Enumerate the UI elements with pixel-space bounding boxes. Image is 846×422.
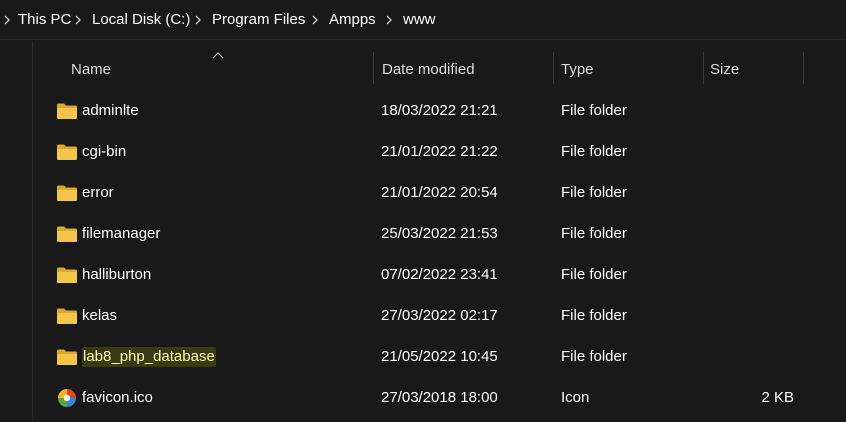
file-type: File folder — [561, 143, 627, 160]
file-name: halliburton — [82, 266, 152, 283]
file-type: Icon — [561, 389, 590, 406]
file-name: cgi-bin — [82, 143, 127, 160]
file-date: 21/01/2022 20:54 — [381, 184, 498, 201]
column-divider[interactable] — [703, 52, 704, 84]
file-type: File folder — [561, 348, 627, 365]
chevron-right-icon[interactable] — [2, 11, 12, 29]
breadcrumb-item-program-files[interactable]: Program Files — [212, 10, 305, 30]
column-divider[interactable] — [553, 52, 554, 84]
file-name: favicon.ico — [82, 389, 153, 406]
file-type: File folder — [561, 307, 627, 324]
chevron-right-icon[interactable] — [193, 11, 203, 29]
list-item[interactable]: filemanager 25/03/2022 21:53 File folder — [42, 214, 832, 254]
file-date: 21/01/2022 21:22 — [381, 143, 498, 160]
folder-icon — [57, 308, 77, 324]
breadcrumb-item-local-disk[interactable]: Local Disk (C:) — [92, 10, 190, 30]
breadcrumb: This PC Local Disk (C:) Program Files Am… — [0, 0, 846, 40]
file-type: File folder — [561, 102, 627, 119]
file-date: 07/02/2022 23:41 — [381, 266, 498, 283]
file-name: filemanager — [82, 225, 161, 242]
folder-icon — [57, 267, 77, 283]
file-date: 27/03/2018 18:00 — [381, 389, 498, 406]
column-header-date-modified[interactable]: Date modified — [382, 60, 475, 80]
navigation-pane-divider[interactable] — [32, 41, 33, 422]
column-divider[interactable] — [803, 52, 804, 84]
file-date: 21/05/2022 10:45 — [381, 348, 498, 365]
folder-icon — [57, 103, 77, 119]
breadcrumb-item-ampps[interactable]: Ampps — [329, 10, 376, 30]
breadcrumb-item-www[interactable]: www — [403, 10, 436, 30]
column-header-name[interactable]: Name — [71, 60, 111, 80]
list-item[interactable]: adminlte 18/03/2022 21:21 File folder — [42, 91, 832, 131]
file-type: File folder — [561, 225, 627, 242]
file-date: 25/03/2022 21:53 — [381, 225, 498, 242]
column-header-size[interactable]: Size — [710, 60, 739, 80]
list-item[interactable]: halliburton 07/02/2022 23:41 File folder — [42, 255, 832, 295]
folder-icon — [57, 349, 77, 365]
breadcrumb-item-this-pc[interactable]: This PC — [18, 10, 71, 30]
file-type: File folder — [561, 184, 627, 201]
column-header-type[interactable]: Type — [561, 60, 594, 80]
file-name: lab8_php_database — [82, 347, 216, 367]
ampps-icon — [58, 389, 76, 407]
folder-icon — [57, 226, 77, 242]
folder-icon — [57, 144, 77, 160]
chevron-right-icon[interactable] — [384, 11, 394, 29]
file-list: Name Date modified Type Size adminlte 18… — [0, 41, 846, 422]
list-item[interactable]: lab8_php_database 21/05/2022 10:45 File … — [42, 337, 832, 377]
folder-icon — [57, 185, 77, 201]
list-item[interactable]: kelas 27/03/2022 02:17 File folder — [42, 296, 832, 336]
list-item[interactable]: favicon.ico 27/03/2018 18:00 Icon 2 KB — [42, 378, 832, 418]
sort-ascending-icon — [212, 52, 224, 59]
column-divider[interactable] — [373, 52, 374, 84]
chevron-right-icon[interactable] — [310, 11, 320, 29]
file-name: kelas — [82, 307, 118, 324]
file-name: adminlte — [82, 102, 139, 119]
file-size: 2 KB — [761, 389, 794, 406]
chevron-right-icon[interactable] — [73, 11, 83, 29]
file-date: 27/03/2022 02:17 — [381, 307, 498, 324]
file-date: 18/03/2022 21:21 — [381, 102, 498, 119]
file-type: File folder — [561, 266, 627, 283]
list-item[interactable]: cgi-bin 21/01/2022 21:22 File folder — [42, 132, 832, 172]
list-item[interactable]: error 21/01/2022 20:54 File folder — [42, 173, 832, 213]
file-name: error — [82, 184, 114, 201]
